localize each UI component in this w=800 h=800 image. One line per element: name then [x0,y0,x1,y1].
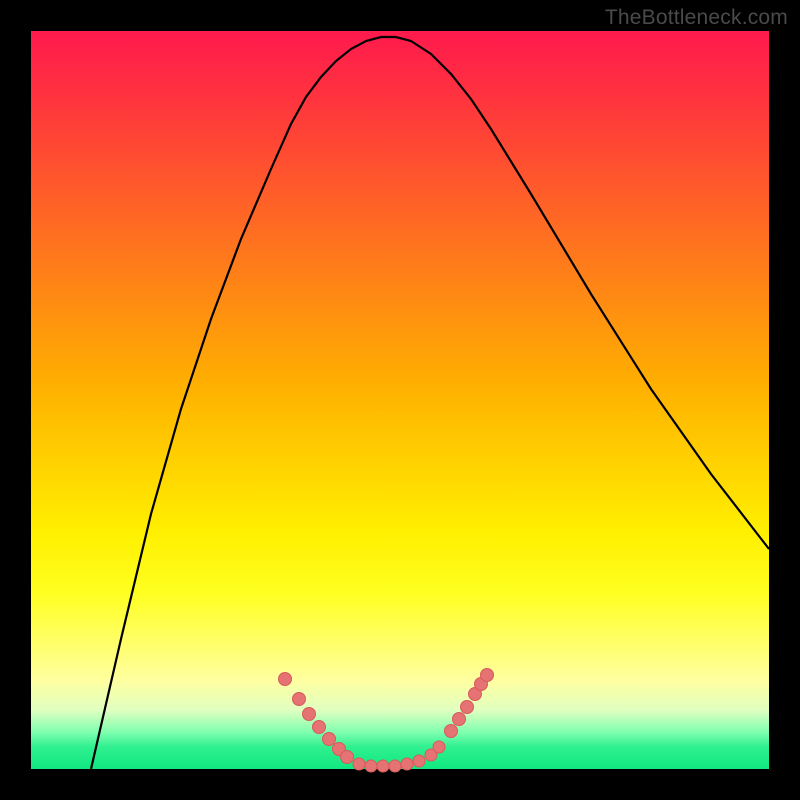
right-branch-dots [445,669,494,738]
watermark-text: TheBottleneck.com [605,6,788,30]
data-point [445,725,458,738]
data-point [279,673,292,686]
data-point [433,741,445,753]
bottleneck-curve-path [91,37,769,769]
data-point [293,693,306,706]
chart-plot-area [31,31,769,769]
data-point [401,758,413,770]
data-point [461,701,474,714]
data-point [389,760,401,772]
data-point [377,760,389,772]
data-point [365,760,377,772]
data-point [353,758,365,770]
bottleneck-curve-svg [31,31,769,769]
data-point [453,713,466,726]
data-point [323,733,336,746]
valley-bottom-dots [353,741,445,772]
left-branch-dots [279,673,354,764]
data-point [413,755,425,767]
data-point [341,751,354,764]
data-point [313,721,326,734]
data-point [481,669,494,682]
data-point [303,708,316,721]
